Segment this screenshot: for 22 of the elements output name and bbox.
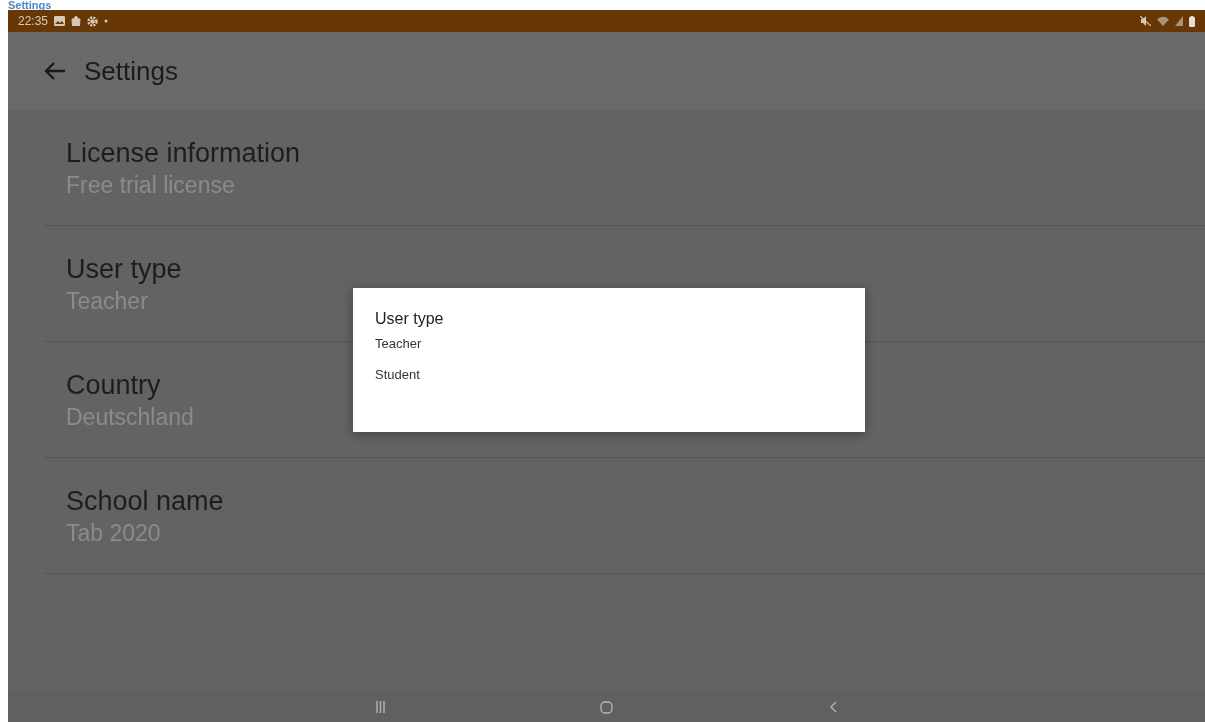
setting-title[interactable]: School name <box>66 485 224 516</box>
signal-icon <box>1175 16 1183 26</box>
bag-icon <box>71 16 82 26</box>
dot-icon <box>104 19 109 23</box>
document-heading: Settings <box>7 0 53 10</box>
dialog-title: User type <box>375 310 444 327</box>
back-arrow-icon[interactable] <box>44 61 66 81</box>
mute-icon <box>1140 16 1151 26</box>
screen-title: Settings <box>84 55 178 87</box>
setting-title[interactable]: Country <box>66 369 161 400</box>
setting-title[interactable]: License information <box>66 137 301 168</box>
setting-title[interactable]: User type <box>66 253 182 284</box>
recent-apps-icon[interactable] <box>375 701 385 713</box>
wifi-icon <box>1157 16 1169 26</box>
home-icon[interactable] <box>600 700 614 714</box>
gear-icon <box>87 15 99 27</box>
dialog-option[interactable]: Student <box>375 359 843 390</box>
status-time: 22:35 <box>18 14 49 28</box>
back-icon[interactable] <box>829 701 838 713</box>
dialog-option[interactable]: Teacher <box>375 328 843 359</box>
image-icon <box>54 16 66 26</box>
battery-icon <box>1189 15 1195 27</box>
